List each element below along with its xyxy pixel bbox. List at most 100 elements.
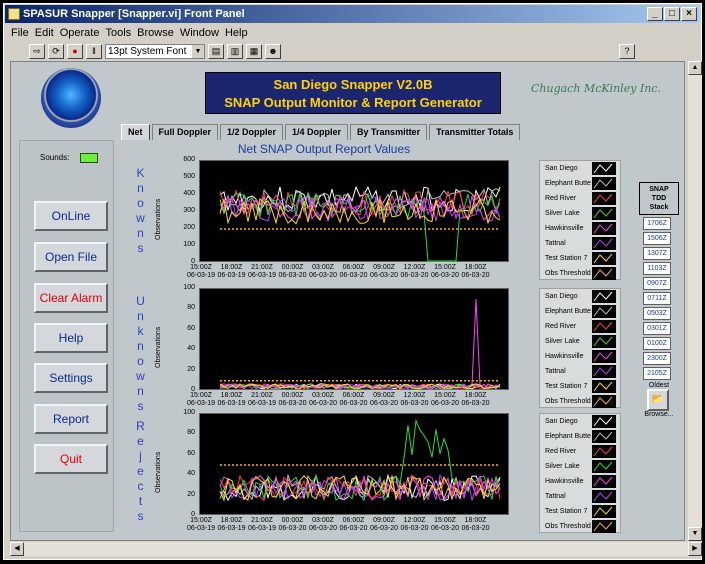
- scroll-right-icon[interactable]: ▶: [688, 542, 702, 556]
- legend-name: Obs Threshold: [545, 523, 591, 530]
- tab-by-transmitter[interactable]: By Transmitter: [350, 124, 428, 140]
- stack-item[interactable]: 1103Z: [643, 262, 671, 275]
- folder-icon[interactable]: 📂: [647, 389, 669, 411]
- resize-icon[interactable]: ▦: [246, 43, 262, 59]
- control-column: Sounds: OnLine Open File Clear Alarm Hel…: [19, 140, 114, 532]
- legend-swatch-line: [593, 396, 613, 407]
- legend-swatch-line: [593, 306, 613, 317]
- legend-swatch: [592, 192, 616, 205]
- distribute-icon[interactable]: ▥: [227, 43, 243, 59]
- app-window: SPASUR Snapper [Snapper.vi] Front Panel …: [3, 3, 702, 560]
- legend-swatch-line: [593, 521, 613, 532]
- legend-item: Elephant Butte: [540, 304, 620, 319]
- menu-tools[interactable]: Tools: [105, 24, 131, 42]
- stack-item[interactable]: 2105Z: [643, 367, 671, 380]
- report-button[interactable]: Report: [34, 404, 108, 434]
- stack-item[interactable]: 0301Z: [643, 322, 671, 335]
- legend-name: Tattnal: [545, 240, 566, 247]
- stack-item[interactable]: 1307Z: [643, 247, 671, 260]
- legend-swatch-line: [593, 238, 613, 249]
- help-button[interactable]: Help: [34, 323, 108, 353]
- legend: San Diego Elephant Butte Red River Silver L…: [539, 413, 621, 533]
- tab-transmitter-totals[interactable]: Transmitter Totals: [429, 124, 521, 140]
- menu-browse[interactable]: Browse: [137, 24, 174, 42]
- x-tick-time: 12:00Z: [403, 517, 426, 524]
- close-button[interactable]: ×: [681, 7, 697, 21]
- stack-item[interactable]: 1706Z: [643, 217, 671, 230]
- legend-item: Obs Threshold: [540, 519, 620, 534]
- app-title-line2: SNAP Output Monitor & Report Generator: [224, 95, 482, 110]
- y-tick-label: 60: [187, 449, 195, 457]
- stack-item[interactable]: 0503Z: [643, 307, 671, 320]
- run-arrow-icon[interactable]: ⇨: [29, 43, 45, 59]
- toolbar: ⇨ ⟳ ● ‖ 13pt System Font ▤ ▥ ▦ ☻ ?: [5, 42, 700, 60]
- stack-item[interactable]: 2300Z: [643, 352, 671, 365]
- stack-item[interactable]: 0100Z: [643, 337, 671, 350]
- x-tick-time: 09:00Z: [373, 392, 395, 399]
- brand-logo: Chugach McKinley Inc.: [531, 82, 661, 95]
- vertical-scrollbar[interactable]: ▲ ▼: [688, 61, 702, 541]
- afspc-logo: [41, 68, 101, 128]
- legend-item: Hawkinsville: [540, 474, 620, 489]
- stack-item[interactable]: 0711Z: [643, 292, 671, 305]
- abort-icon[interactable]: ●: [67, 43, 83, 59]
- open-file-button[interactable]: Open File: [34, 242, 108, 272]
- legend-item: Test Station 7: [540, 504, 620, 519]
- series-line: [219, 299, 501, 390]
- sounds-led[interactable]: [80, 153, 98, 163]
- horizontal-scrollbar[interactable]: ◀ ▶: [10, 542, 702, 556]
- menu-window[interactable]: Window: [180, 24, 219, 42]
- legend-name: Tattnal: [545, 493, 566, 500]
- legend-swatch-line: [593, 506, 613, 517]
- menu-edit[interactable]: Edit: [35, 24, 54, 42]
- align-icon[interactable]: ▤: [208, 43, 224, 59]
- run-continuous-icon[interactable]: ⟳: [48, 43, 64, 59]
- font-select[interactable]: 13pt System Font: [105, 43, 205, 59]
- legend-swatch: [592, 475, 616, 488]
- stack-item[interactable]: 0907Z: [643, 277, 671, 290]
- tab-half-doppler[interactable]: 1/2 Doppler: [220, 124, 284, 140]
- scroll-down-icon[interactable]: ▼: [688, 527, 702, 541]
- pause-icon[interactable]: ‖: [86, 43, 102, 59]
- legend-swatch-line: [593, 381, 613, 392]
- menu-bar: File Edit Operate Tools Browse Window He…: [5, 24, 700, 42]
- y-tick-label: 100: [183, 241, 195, 248]
- settings-button[interactable]: Settings: [34, 363, 108, 393]
- legend-name: Red River: [545, 448, 577, 455]
- legend-name: Elephant Butte: [545, 433, 591, 440]
- legend-name: Obs Threshold: [545, 398, 591, 405]
- legend: San Diego Elephant Butte Red River Silver L…: [539, 160, 621, 280]
- online-button[interactable]: OnLine: [34, 201, 108, 231]
- x-tick-time: 03:00Z: [312, 392, 334, 399]
- menu-file[interactable]: File: [11, 24, 29, 42]
- tdd-stack: SNAP TDD Stack 1706Z 1506Z 1307Z 1103Z 0907Z…: [639, 182, 679, 418]
- legend-swatch-line: [593, 178, 613, 189]
- tab-quarter-doppler[interactable]: 1/4 Doppler: [285, 124, 349, 140]
- browse-label[interactable]: Browse...: [639, 411, 679, 418]
- legend-swatch: [592, 335, 616, 348]
- quit-button[interactable]: Quit: [34, 444, 108, 474]
- minimize-button[interactable]: _: [647, 7, 663, 21]
- legend-name: San Diego: [545, 293, 578, 300]
- legend-swatch: [592, 505, 616, 518]
- maximize-button[interactable]: □: [664, 7, 680, 21]
- tab-full-doppler[interactable]: Full Doppler: [151, 124, 219, 140]
- legend-swatch: [592, 380, 616, 393]
- scroll-left-icon[interactable]: ◀: [10, 542, 24, 556]
- legend-swatch: [592, 305, 616, 318]
- stack-item[interactable]: 1506Z: [643, 232, 671, 245]
- x-tick-time: 15:00Z: [190, 517, 212, 524]
- clear-alarm-button[interactable]: Clear Alarm: [34, 283, 108, 313]
- menu-help[interactable]: Help: [225, 24, 248, 42]
- y-tick-label: 100: [183, 409, 195, 416]
- legend: San Diego Elephant Butte Red River Silver L…: [539, 288, 621, 408]
- legend-swatch: [592, 365, 616, 378]
- tab-strip: Net Full Doppler 1/2 Doppler 1/4 Doppler…: [121, 124, 522, 140]
- help-icon[interactable]: ?: [619, 43, 635, 59]
- tab-net[interactable]: Net: [121, 124, 150, 140]
- scroll-up-icon[interactable]: ▲: [688, 61, 702, 75]
- x-tick-time: 15:00Z: [190, 392, 212, 399]
- legend-swatch: [592, 490, 616, 503]
- reorder-icon[interactable]: ☻: [265, 43, 281, 59]
- menu-operate[interactable]: Operate: [60, 24, 100, 42]
